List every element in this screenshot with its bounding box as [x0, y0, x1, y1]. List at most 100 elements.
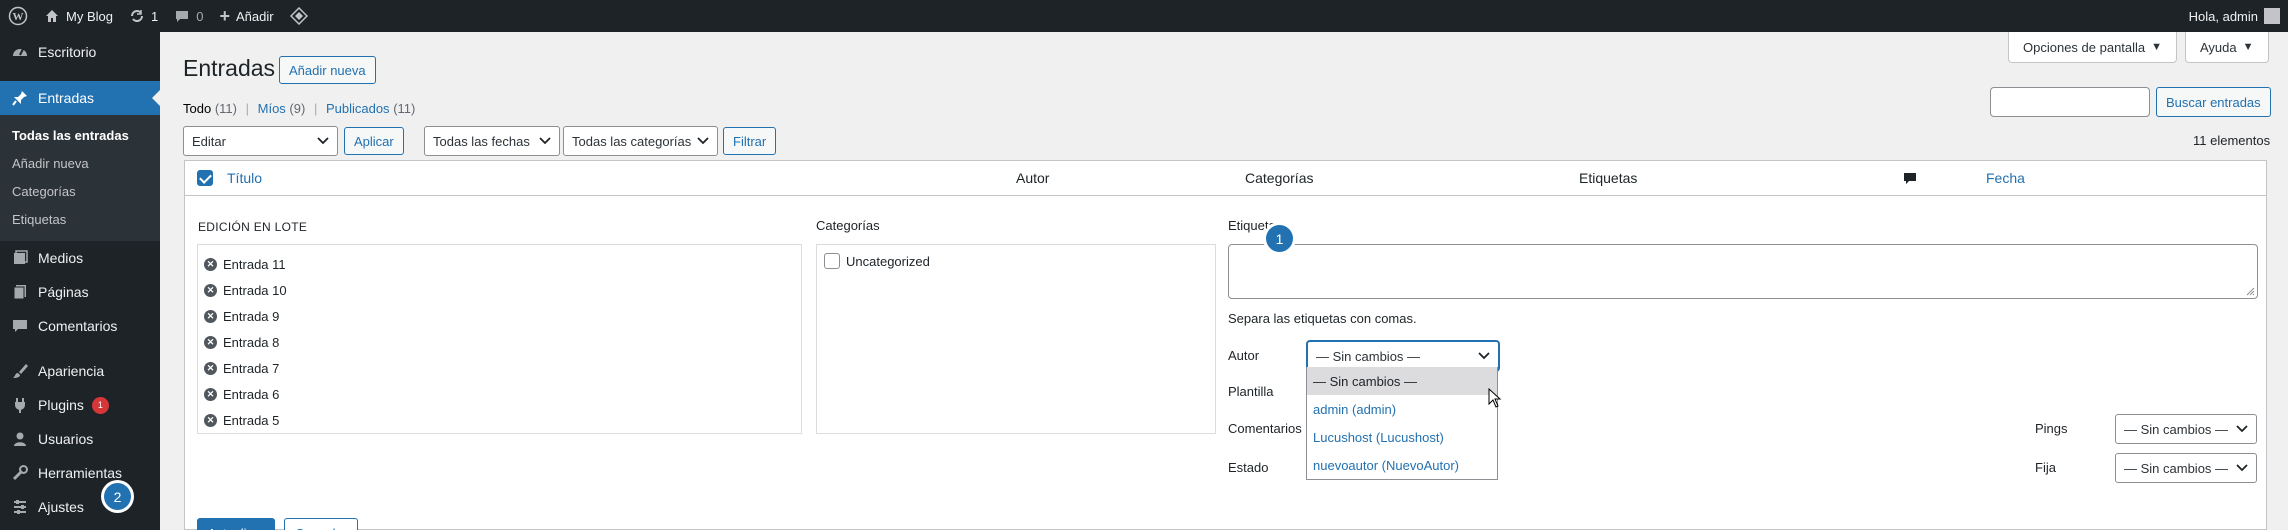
filter-all[interactable]: Todo — [183, 101, 211, 116]
cancel-button[interactable]: Cancelar — [284, 518, 359, 530]
media-icon — [10, 248, 30, 268]
help-button[interactable]: Ayuda ▼ — [2185, 32, 2269, 63]
add-new-label: Añadir — [235, 8, 274, 24]
select-all-checkbox[interactable] — [197, 170, 213, 186]
sidebar-item-plugins[interactable]: Plugins 1 — [0, 388, 160, 422]
entradas-submenu: Todas las entradas Añadir nueva Categorí… — [0, 115, 160, 241]
settings-icon — [10, 497, 30, 517]
post-status-filters: Todo (11) | Míos (9) | Publicados (11) — [183, 101, 415, 116]
diamond-link[interactable] — [282, 0, 316, 32]
category-checkbox[interactable] — [824, 253, 840, 269]
sticky-select[interactable]: — Sin cambios — — [2115, 453, 2257, 483]
sidebar-item-herramientas[interactable]: Herramientas — [0, 456, 160, 490]
submenu-todas-entradas[interactable]: Todas las entradas — [0, 122, 160, 150]
caret-down-icon: ▼ — [2151, 41, 2163, 53]
sticky-label: Fija — [2035, 460, 2056, 475]
screen-options-label: Opciones de pantalla — [2023, 39, 2146, 55]
sidebar-item-paginas[interactable]: Páginas — [0, 275, 160, 309]
category-uncategorized[interactable]: Uncategorized — [824, 253, 1208, 269]
filter-mine[interactable]: Míos — [258, 101, 286, 116]
author-label: Autor — [1228, 348, 1260, 363]
post-title: Entrada 8 — [223, 334, 280, 350]
update-button[interactable]: Actualizar — [197, 518, 275, 530]
author-option-nuevoautor[interactable]: nuevoautor (NuevoAutor) — [1307, 451, 1497, 479]
author-option-no-change[interactable]: — Sin cambios — — [1307, 367, 1497, 395]
chevron-down-icon — [2236, 425, 2248, 433]
remove-circle-icon[interactable]: ✕ — [204, 361, 217, 375]
posts-table-header: Título Autor Categorías Etiquetas Fecha — [184, 160, 2267, 196]
filter-published-count: (11) — [393, 101, 416, 116]
categories-filter-select[interactable]: Todas las categorías — [563, 126, 718, 156]
resize-handle-icon[interactable] — [2245, 286, 2255, 296]
updates-link[interactable]: 1 — [121, 0, 166, 32]
list-item: ✕ Entrada 10 — [198, 277, 801, 303]
bulk-edit-heading: EDICIÓN EN LOTE — [198, 220, 308, 234]
column-author: Autor — [1016, 170, 1050, 186]
column-title[interactable]: Título — [227, 170, 262, 186]
tools-icon — [10, 463, 30, 483]
tags-textarea[interactable] — [1228, 244, 2258, 299]
search-posts-input[interactable] — [1990, 87, 2150, 117]
remove-circle-icon[interactable]: ✕ — [204, 335, 217, 349]
chevron-down-icon — [2236, 464, 2248, 472]
post-title: Entrada 6 — [223, 386, 280, 402]
apply-button[interactable]: Aplicar — [344, 127, 404, 155]
list-item: ✕ Entrada 9 — [198, 303, 801, 329]
add-new-post-button[interactable]: Añadir nueva — [279, 56, 376, 84]
pings-select[interactable]: — Sin cambios — — [2115, 414, 2257, 444]
pages-icon — [10, 282, 30, 302]
site-name-link[interactable]: My Blog — [36, 0, 121, 32]
bulk-actions-select[interactable]: Editar — [183, 126, 338, 156]
admin-sidebar: Escritorio Entradas Todas las entradas A… — [0, 32, 160, 530]
search-posts-button[interactable]: Buscar entradas — [2156, 87, 2271, 117]
remove-circle-icon[interactable]: ✕ — [204, 283, 217, 297]
sidebar-item-label: Escritorio — [38, 44, 97, 60]
sidebar-item-apariencia[interactable]: Apariencia — [0, 354, 160, 388]
greeting: Hola, admin — [2188, 8, 2258, 24]
home-icon — [46, 10, 58, 22]
sidebar-item-label: Herramientas — [38, 465, 123, 481]
sticky-select-value: — Sin cambios — — [2124, 460, 2229, 476]
sidebar-item-ajustes[interactable]: Ajustes — [0, 490, 160, 524]
list-item: ✕ Entrada 7 — [198, 355, 801, 381]
step-marker-1: 1 — [1266, 225, 1293, 252]
categories-filter-value: Todas las categorías — [572, 133, 692, 149]
main-content: Entradas Añadir nueva Opciones de pantal… — [104, 32, 2288, 530]
chevron-down-icon — [697, 137, 709, 145]
comments-link[interactable]: 0 — [166, 0, 211, 32]
chevron-down-icon — [1478, 352, 1490, 360]
dates-filter-select[interactable]: Todas las fechas — [424, 126, 560, 156]
filter-button[interactable]: Filtrar — [723, 127, 777, 155]
step-marker-2: 2 — [104, 483, 131, 510]
remove-circle-icon[interactable]: ✕ — [204, 387, 217, 401]
submenu-categorias[interactable]: Categorías — [0, 178, 160, 206]
avatar — [2264, 8, 2280, 24]
my-account[interactable]: Hola, admin — [2189, 8, 2288, 24]
sidebar-item-medios[interactable]: Medios — [0, 241, 160, 275]
sidebar-item-comentarios[interactable]: Comentarios — [0, 309, 160, 343]
filter-published[interactable]: Publicados — [326, 101, 390, 116]
sidebar-item-entradas[interactable]: Entradas — [0, 81, 160, 115]
wordpress-logo[interactable]: W — [0, 0, 36, 32]
site-name: My Blog — [66, 8, 113, 24]
author-select-value: — Sin cambios — — [1316, 348, 1421, 364]
list-item: ✕ Entrada 11 — [198, 251, 801, 277]
add-new-link[interactable]: + Añadir — [211, 0, 281, 32]
sidebar-item-usuarios[interactable]: Usuarios — [0, 422, 160, 456]
column-date[interactable]: Fecha — [1986, 170, 2025, 186]
chevron-down-icon — [539, 137, 551, 145]
author-option-admin[interactable]: admin (admin) — [1307, 395, 1497, 423]
author-option-lucushost[interactable]: Lucushost (Lucushost) — [1307, 423, 1497, 451]
caret-down-icon: ▼ — [2242, 41, 2254, 53]
screen-options-button[interactable]: Opciones de pantalla ▼ — [2008, 32, 2178, 63]
sidebar-item-escritorio[interactable]: Escritorio — [0, 35, 160, 69]
remove-circle-icon[interactable]: ✕ — [204, 309, 217, 323]
remove-circle-icon[interactable]: ✕ — [204, 257, 217, 271]
remove-circle-icon[interactable]: ✕ — [204, 413, 217, 427]
filter-separator: | — [245, 101, 249, 116]
pin-icon — [10, 88, 30, 108]
submenu-anadir-nueva[interactable]: Añadir nueva — [0, 150, 160, 178]
sidebar-item-label: Plugins — [38, 397, 84, 413]
post-title: Entrada 7 — [223, 360, 280, 376]
submenu-etiquetas[interactable]: Etiquetas — [0, 206, 160, 234]
